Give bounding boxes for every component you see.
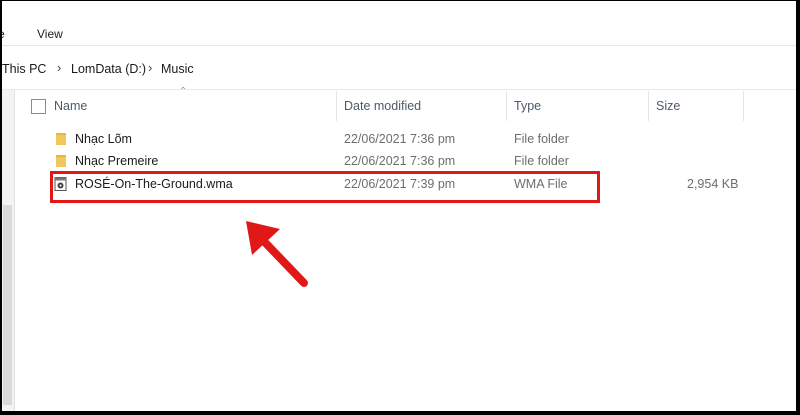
chevron-right-icon[interactable]: › xyxy=(57,60,61,75)
folder-icon xyxy=(56,133,66,145)
column-name[interactable]: Name xyxy=(54,99,87,113)
select-all-checkbox[interactable] xyxy=(31,99,46,114)
breadcrumb-music[interactable]: Music xyxy=(161,62,194,76)
file-explorer-window: e View This PC › LomData (D:) › Music ⌃ … xyxy=(2,1,796,411)
column-divider[interactable] xyxy=(506,91,507,121)
column-divider[interactable] xyxy=(648,91,649,121)
column-size[interactable]: Size xyxy=(656,99,680,113)
column-divider[interactable] xyxy=(336,91,337,121)
scrollbar-thumb[interactable] xyxy=(3,205,12,405)
red-arrow-icon xyxy=(246,221,308,287)
breadcrumb-this-pc[interactable]: This PC xyxy=(2,62,46,76)
file-type: File folder xyxy=(514,132,569,146)
column-type[interactable]: Type xyxy=(514,99,541,113)
column-date-modified[interactable]: Date modified xyxy=(344,99,421,113)
column-divider[interactable] xyxy=(743,91,744,121)
file-size: 2,954 KB xyxy=(687,177,739,191)
file-date-modified: 22/06/2021 7:36 pm xyxy=(344,132,456,146)
list-item[interactable]: Nhạc Premeire 22/06/2021 7:36 pm File fo… xyxy=(16,150,756,172)
address-bar[interactable]: This PC › LomData (D:) › Music xyxy=(2,57,796,83)
ribbon-tab-partial[interactable]: e xyxy=(2,27,5,41)
ribbon-divider xyxy=(2,45,796,46)
address-divider xyxy=(2,89,796,90)
navigation-pane-edge[interactable] xyxy=(2,90,15,411)
ribbon: e View xyxy=(2,1,796,45)
ribbon-tab-view[interactable]: View xyxy=(37,27,63,41)
sort-caret-icon: ⌃ xyxy=(179,86,188,97)
file-name: Nhạc Lõm xyxy=(75,132,132,146)
chevron-right-icon[interactable]: › xyxy=(148,60,152,75)
column-header: ⌃ Name Date modified Type Size xyxy=(16,86,796,123)
file-date-modified: 22/06/2021 7:36 pm xyxy=(344,154,456,168)
list-item[interactable]: Nhạc Lõm 22/06/2021 7:36 pm File folder xyxy=(16,128,756,150)
breadcrumb-lomdata[interactable]: LomData (D:) xyxy=(71,62,146,76)
folder-icon xyxy=(56,155,66,167)
file-type: File folder xyxy=(514,154,569,168)
file-name: Nhạc Premeire xyxy=(75,154,159,168)
highlight-box xyxy=(50,171,600,203)
